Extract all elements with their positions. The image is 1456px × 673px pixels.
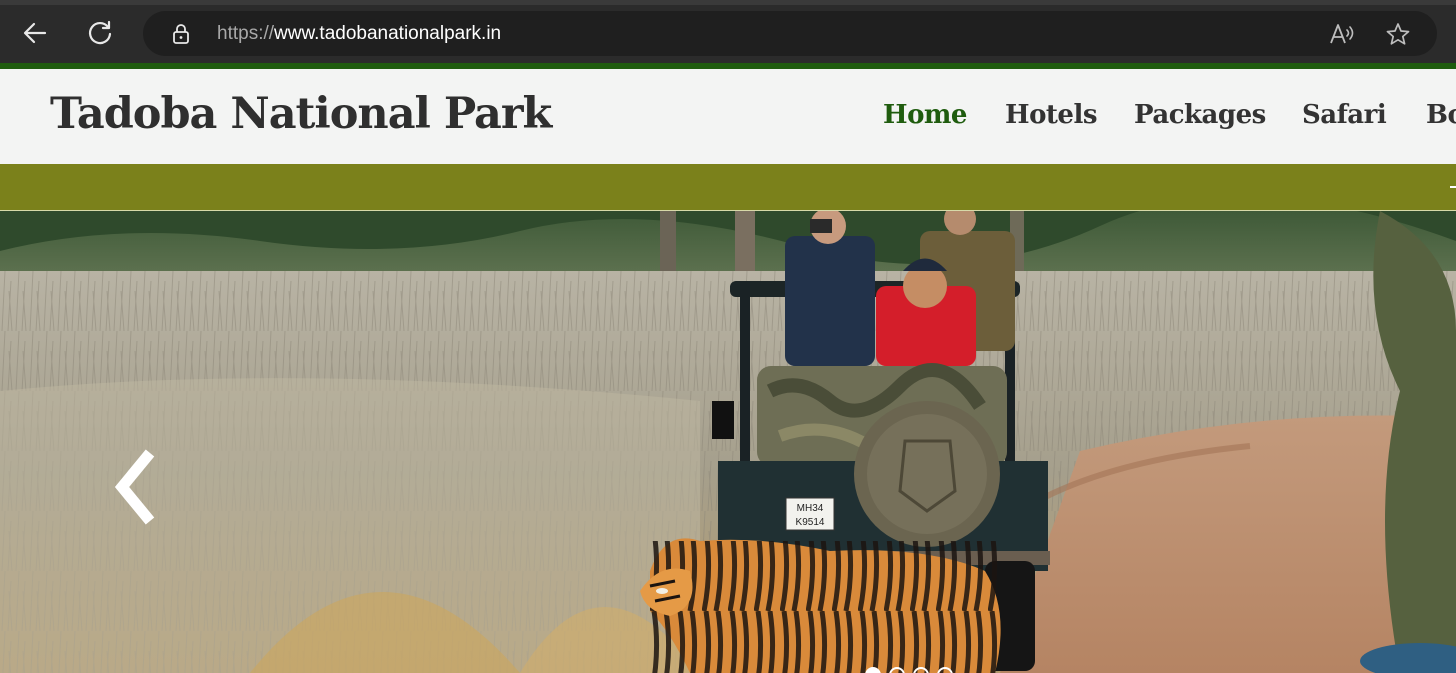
reload-icon	[88, 20, 112, 45]
olive-subnav-bar	[0, 164, 1456, 211]
back-icon	[23, 22, 47, 44]
slider-prev-arrow[interactable]	[112, 447, 158, 527]
slider-dot-1[interactable]	[865, 667, 881, 673]
chevron-left-icon	[114, 449, 155, 525]
slider-pagination	[865, 667, 953, 673]
favorite-star-icon[interactable]	[1385, 22, 1411, 46]
nav-safari[interactable]: Safari	[1302, 100, 1387, 130]
site-header: Tadoba National Park Home Hotels Package…	[0, 69, 1456, 164]
site-logo-text[interactable]: Tadoba National Park	[50, 89, 552, 139]
url-scheme: https://	[217, 23, 275, 44]
read-aloud-icon[interactable]	[1329, 22, 1355, 46]
browser-toolbar: https://www.tadobanationalpark.in	[0, 5, 1456, 63]
nav-booking-truncated[interactable]: Bo	[1426, 100, 1456, 130]
nav-hotels[interactable]: Hotels	[1005, 100, 1097, 130]
nav-packages[interactable]: Packages	[1134, 100, 1266, 130]
hero-slide-image: MH34 K9514	[0, 211, 1456, 673]
hero-slider: MH34 K9514	[0, 211, 1456, 673]
url-text[interactable]: https://www.tadobanationalpark.in	[217, 23, 501, 45]
slider-dot-2[interactable]	[889, 667, 905, 673]
back-button[interactable]	[17, 15, 53, 51]
url-host: www.tadobanationalpark.in	[274, 23, 502, 44]
address-bar[interactable]: https://www.tadobanationalpark.in	[143, 11, 1437, 56]
plate-line-2: K9514	[796, 517, 825, 528]
plate-line-1: MH34	[797, 503, 824, 514]
lock-icon[interactable]	[169, 22, 193, 46]
slider-dot-4[interactable]	[937, 667, 953, 673]
slider-dot-3[interactable]	[913, 667, 929, 673]
subnav-edge-mark	[1450, 186, 1456, 188]
nav-home[interactable]: Home	[883, 100, 967, 130]
reload-button[interactable]	[82, 15, 118, 51]
